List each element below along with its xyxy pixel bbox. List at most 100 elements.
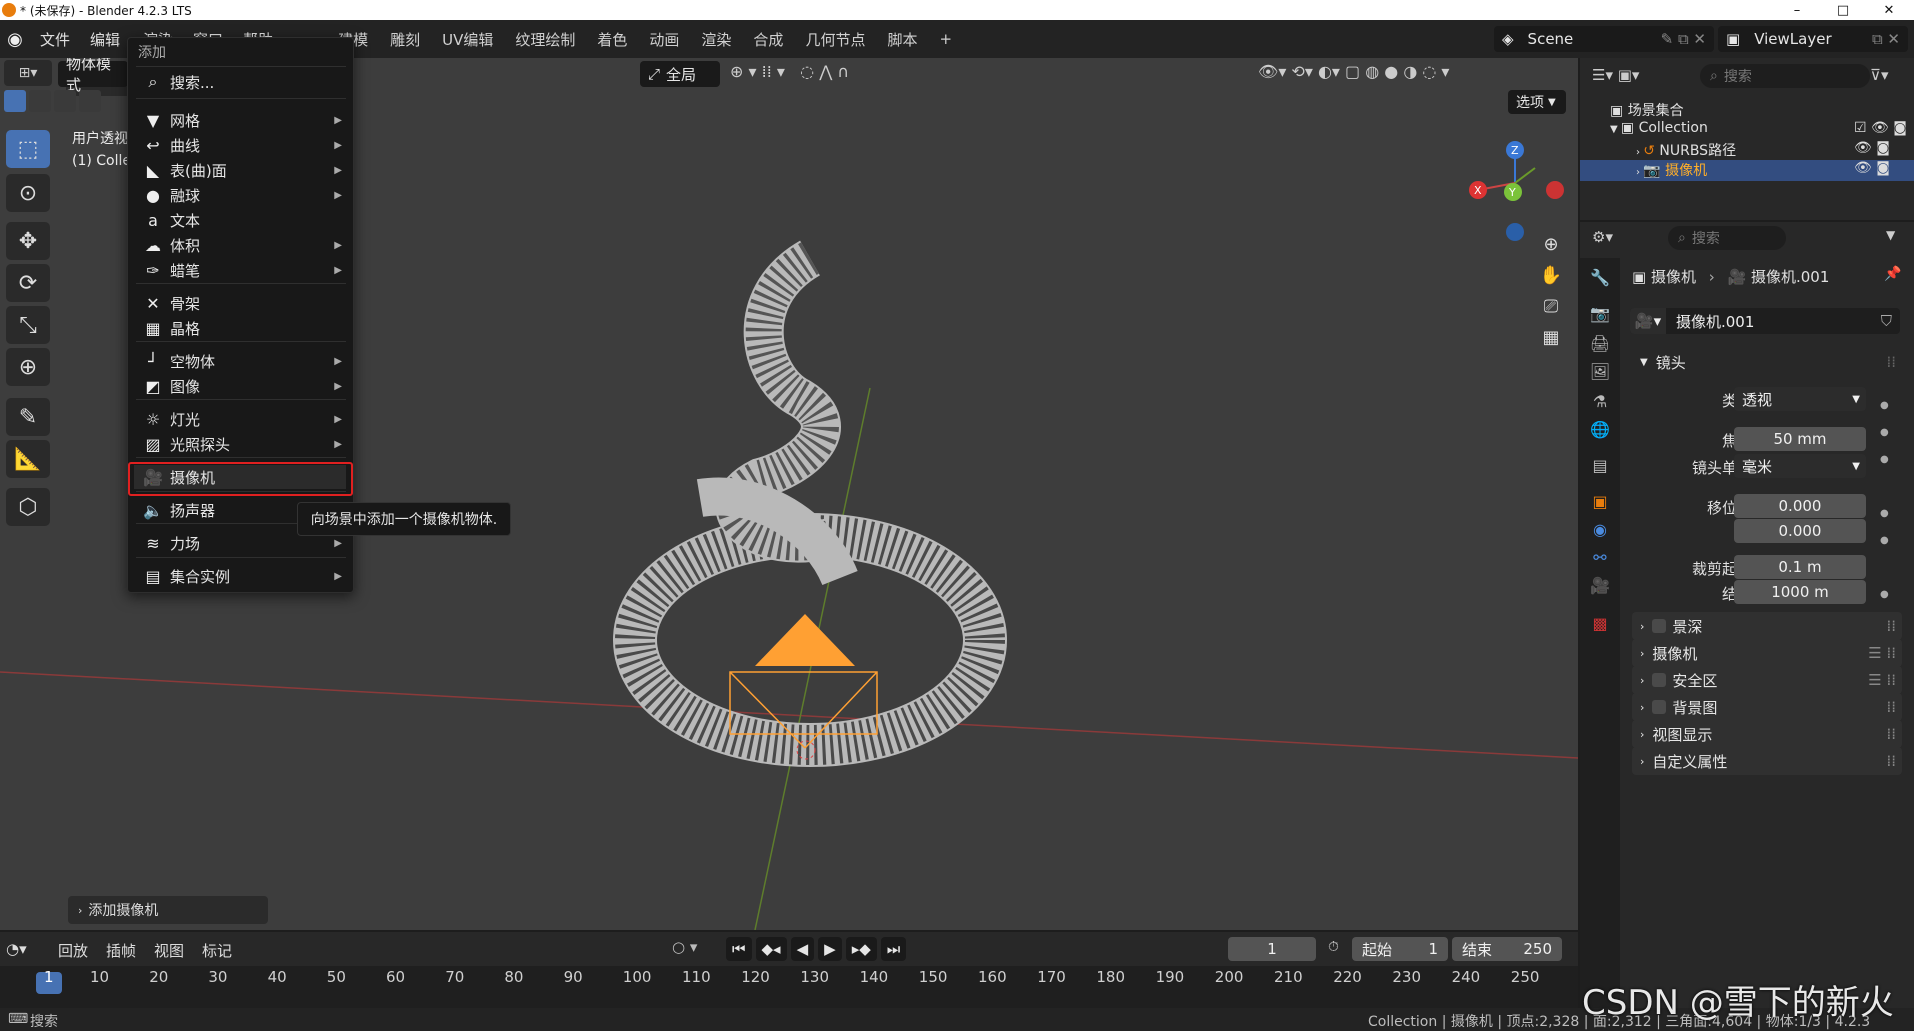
add-menu-item-light-probe[interactable]: ▨ 光照探头 ▶: [134, 432, 346, 456]
breadcrumb-object[interactable]: 摄像机: [1651, 268, 1696, 286]
scale-tool-icon[interactable]: ⤡: [6, 306, 50, 344]
outliner-editor-type-icon[interactable]: ☰▾ ▣▾: [1592, 66, 1639, 84]
add-menu-item-mesh[interactable]: ▼ 网格 ▶: [134, 108, 346, 132]
frame-start-field[interactable]: 起始 1: [1352, 937, 1448, 961]
pan-hand-icon[interactable]: ✋: [1540, 265, 1562, 286]
collection-row[interactable]: ▼ ▣ Collection ☑ 👁 ◙: [1610, 120, 1907, 136]
properties-editor-type-icon[interactable]: ⚙▾: [1592, 228, 1613, 246]
camera-data-name-field[interactable]: 🎥▾ 摄像机.001 ⛉: [1630, 308, 1900, 334]
panel-header-4[interactable]: › 视图显示 ⁞⁞: [1632, 720, 1902, 748]
tab-rendering[interactable]: 渲染: [690, 29, 742, 50]
scene-collection-row[interactable]: ▣ 场景集合: [1610, 100, 1684, 120]
timeline-menu-playback[interactable]: 回放: [58, 940, 88, 961]
frame-end-field[interactable]: 结束 250: [1452, 937, 1562, 961]
collection-tab-icon[interactable]: ▤: [1588, 456, 1612, 480]
panel-enable-checkbox[interactable]: [1652, 700, 1667, 714]
rotate-tool-icon[interactable]: ⟳: [6, 264, 50, 302]
fake-user-shield-icon[interactable]: ⛉: [1881, 312, 1892, 330]
viewport-nav-buttons[interactable]: ⊕ ✋ ⎚ ▦: [1536, 234, 1566, 348]
clip-end-field[interactable]: 1000 m: [1734, 580, 1866, 604]
camera-view-icon[interactable]: ⎚: [1544, 296, 1558, 317]
jump-start-icon[interactable]: ⏮: [726, 937, 752, 961]
timeline-menu-marker[interactable]: 标记: [202, 940, 232, 961]
blender-menu-icon[interactable]: ◉: [0, 29, 30, 50]
options-dropdown[interactable]: 选项 ▼: [1508, 90, 1566, 114]
tool-tab-icon[interactable]: 🔧: [1588, 268, 1612, 292]
transform-tool-icon[interactable]: ⊕: [6, 348, 50, 386]
camera-visibility-icons[interactable]: 👁 ◙: [1854, 160, 1890, 176]
outliner-item-nurbs[interactable]: › ↺ NURBS路径 👁 ◙: [1636, 140, 1890, 160]
viewlayer-actions-icon[interactable]: ⧉ ✕: [1872, 30, 1900, 48]
auto-keying-icon[interactable]: ○ ▾: [672, 938, 697, 956]
select-mode-buttons[interactable]: [4, 90, 124, 114]
panel-drag-handle-icon[interactable]: ⁞⁞: [1886, 725, 1896, 743]
jump-end-icon[interactable]: ⏭: [880, 937, 907, 961]
scene-pin-icon[interactable]: ✎ ⧉ ✕: [1661, 30, 1706, 48]
add-menu-item-collection-instance[interactable]: ▤ 集合实例 ▶: [134, 564, 346, 588]
move-tool-icon[interactable]: ✥: [6, 222, 50, 260]
mode-selector[interactable]: 物体模式: [58, 58, 128, 94]
clip-start-field[interactable]: 0.1 m: [1734, 555, 1866, 579]
prev-keyframe-icon[interactable]: ◆◂: [755, 937, 787, 961]
timeline-menu-view[interactable]: 视图: [154, 940, 184, 961]
shift-x-field[interactable]: 0.000: [1734, 494, 1866, 518]
panel-drag-handle-icon[interactable]: ☰ ⁞⁞: [1868, 671, 1896, 689]
menu-file[interactable]: 文件: [30, 29, 80, 50]
camera-type-select[interactable]: 透视 ▼: [1734, 387, 1866, 411]
outliner-item-camera[interactable]: › 📷 摄像机 👁 ◙: [1636, 160, 1890, 180]
close-button[interactable]: ✕: [1866, 0, 1912, 20]
viewport-shading-controls[interactable]: 👁▾ ⟲▾ ◐▾ ▢ ◍ ● ◑ ◌ ▾: [1258, 62, 1449, 81]
add-menu-item-metaball[interactable]: ● 融球 ▶: [134, 183, 346, 207]
panel-drag-handle-icon[interactable]: ⁞⁞: [1886, 353, 1896, 371]
viewlayer-selector[interactable]: ▣ ViewLayer ⧉ ✕: [1718, 26, 1908, 52]
pin-icon[interactable]: 📌: [1884, 266, 1901, 282]
nurbs-visibility-icons[interactable]: 👁 ◙: [1854, 140, 1890, 156]
editor-type-icon[interactable]: ⊞▾: [4, 60, 52, 86]
menu-edit[interactable]: 编辑: [80, 29, 130, 50]
render-tab-icon[interactable]: 📷: [1588, 304, 1612, 328]
chevron-down-icon[interactable]: ▼: [1886, 228, 1895, 242]
tab-scripting[interactable]: 脚本: [876, 29, 928, 50]
play-reverse-icon[interactable]: ◀: [790, 937, 815, 961]
add-menu-item-empty[interactable]: ┘ 空物体 ▶: [134, 349, 346, 373]
zoom-icon[interactable]: ⊕: [1543, 234, 1558, 255]
add-menu-item-armature[interactable]: ✕ 骨架: [134, 291, 346, 315]
camera-data-tab-icon[interactable]: 🎥: [1588, 576, 1612, 600]
panel-enable-checkbox[interactable]: [1652, 619, 1667, 633]
play-icon[interactable]: ▶: [818, 937, 842, 961]
scene-tab-icon[interactable]: ⚗: [1588, 392, 1612, 416]
annotate-tool-icon[interactable]: ✎: [6, 398, 50, 436]
modifier-tab-icon[interactable]: ◉: [1588, 520, 1612, 544]
maximize-button[interactable]: □: [1820, 0, 1866, 20]
ortho-grid-icon[interactable]: ▦: [1542, 327, 1559, 348]
measure-tool-icon[interactable]: 📐: [6, 440, 50, 478]
add-menu-item-volume[interactable]: ☁ 体积 ▶: [134, 233, 346, 257]
filter-icon[interactable]: ⊽▾: [1870, 66, 1889, 84]
add-workspace-button[interactable]: +: [928, 30, 963, 48]
add-menu-item-light[interactable]: ☼ 灯光 ▶: [134, 407, 346, 431]
tab-compositing[interactable]: 合成: [742, 29, 794, 50]
add-menu-item-image[interactable]: ◩ 图像 ▶: [134, 374, 346, 398]
tab-shading[interactable]: 着色: [586, 29, 638, 50]
minimize-button[interactable]: –: [1774, 0, 1820, 20]
tab-geometry-nodes[interactable]: 几何节点: [794, 29, 876, 50]
snap-controls[interactable]: ⊕ ▾ ⁞⁞ ▾ ◌ ⋀ ∩: [730, 62, 849, 81]
tab-uv-editing[interactable]: UV编辑: [431, 29, 504, 50]
timeline-menu-keying[interactable]: 插帧: [106, 940, 136, 961]
breadcrumb-data[interactable]: 摄像机.001: [1751, 268, 1829, 286]
panel-drag-handle-icon[interactable]: ⁞⁞: [1886, 698, 1896, 716]
add-menu-search[interactable]: ⌕ 搜索...: [134, 70, 346, 94]
object-tab-icon[interactable]: ▣: [1588, 492, 1612, 516]
transform-orientation[interactable]: ⤢ 全局: [640, 61, 720, 87]
panel-header-1[interactable]: › 摄像机 ☰ ⁞⁞: [1632, 639, 1902, 667]
scene-selector[interactable]: ◈ Scene ✎ ⧉ ✕: [1494, 26, 1714, 52]
outliner-search-input[interactable]: ⌕ 搜索: [1700, 64, 1870, 88]
add-menu-item-text[interactable]: a 文本: [134, 208, 346, 232]
world-tab-icon[interactable]: 🌐: [1588, 420, 1612, 444]
clock-icon[interactable]: ⏱: [1328, 939, 1339, 955]
panel-drag-handle-icon[interactable]: ⁞⁞: [1886, 617, 1896, 635]
texture-tab-icon[interactable]: ▩: [1588, 614, 1612, 638]
last-operator-panel[interactable]: › 添加摄像机: [68, 896, 268, 924]
timeline-editor-type-icon[interactable]: ◔▾: [6, 940, 27, 958]
constraint-tab-icon[interactable]: ⚯: [1588, 548, 1612, 572]
